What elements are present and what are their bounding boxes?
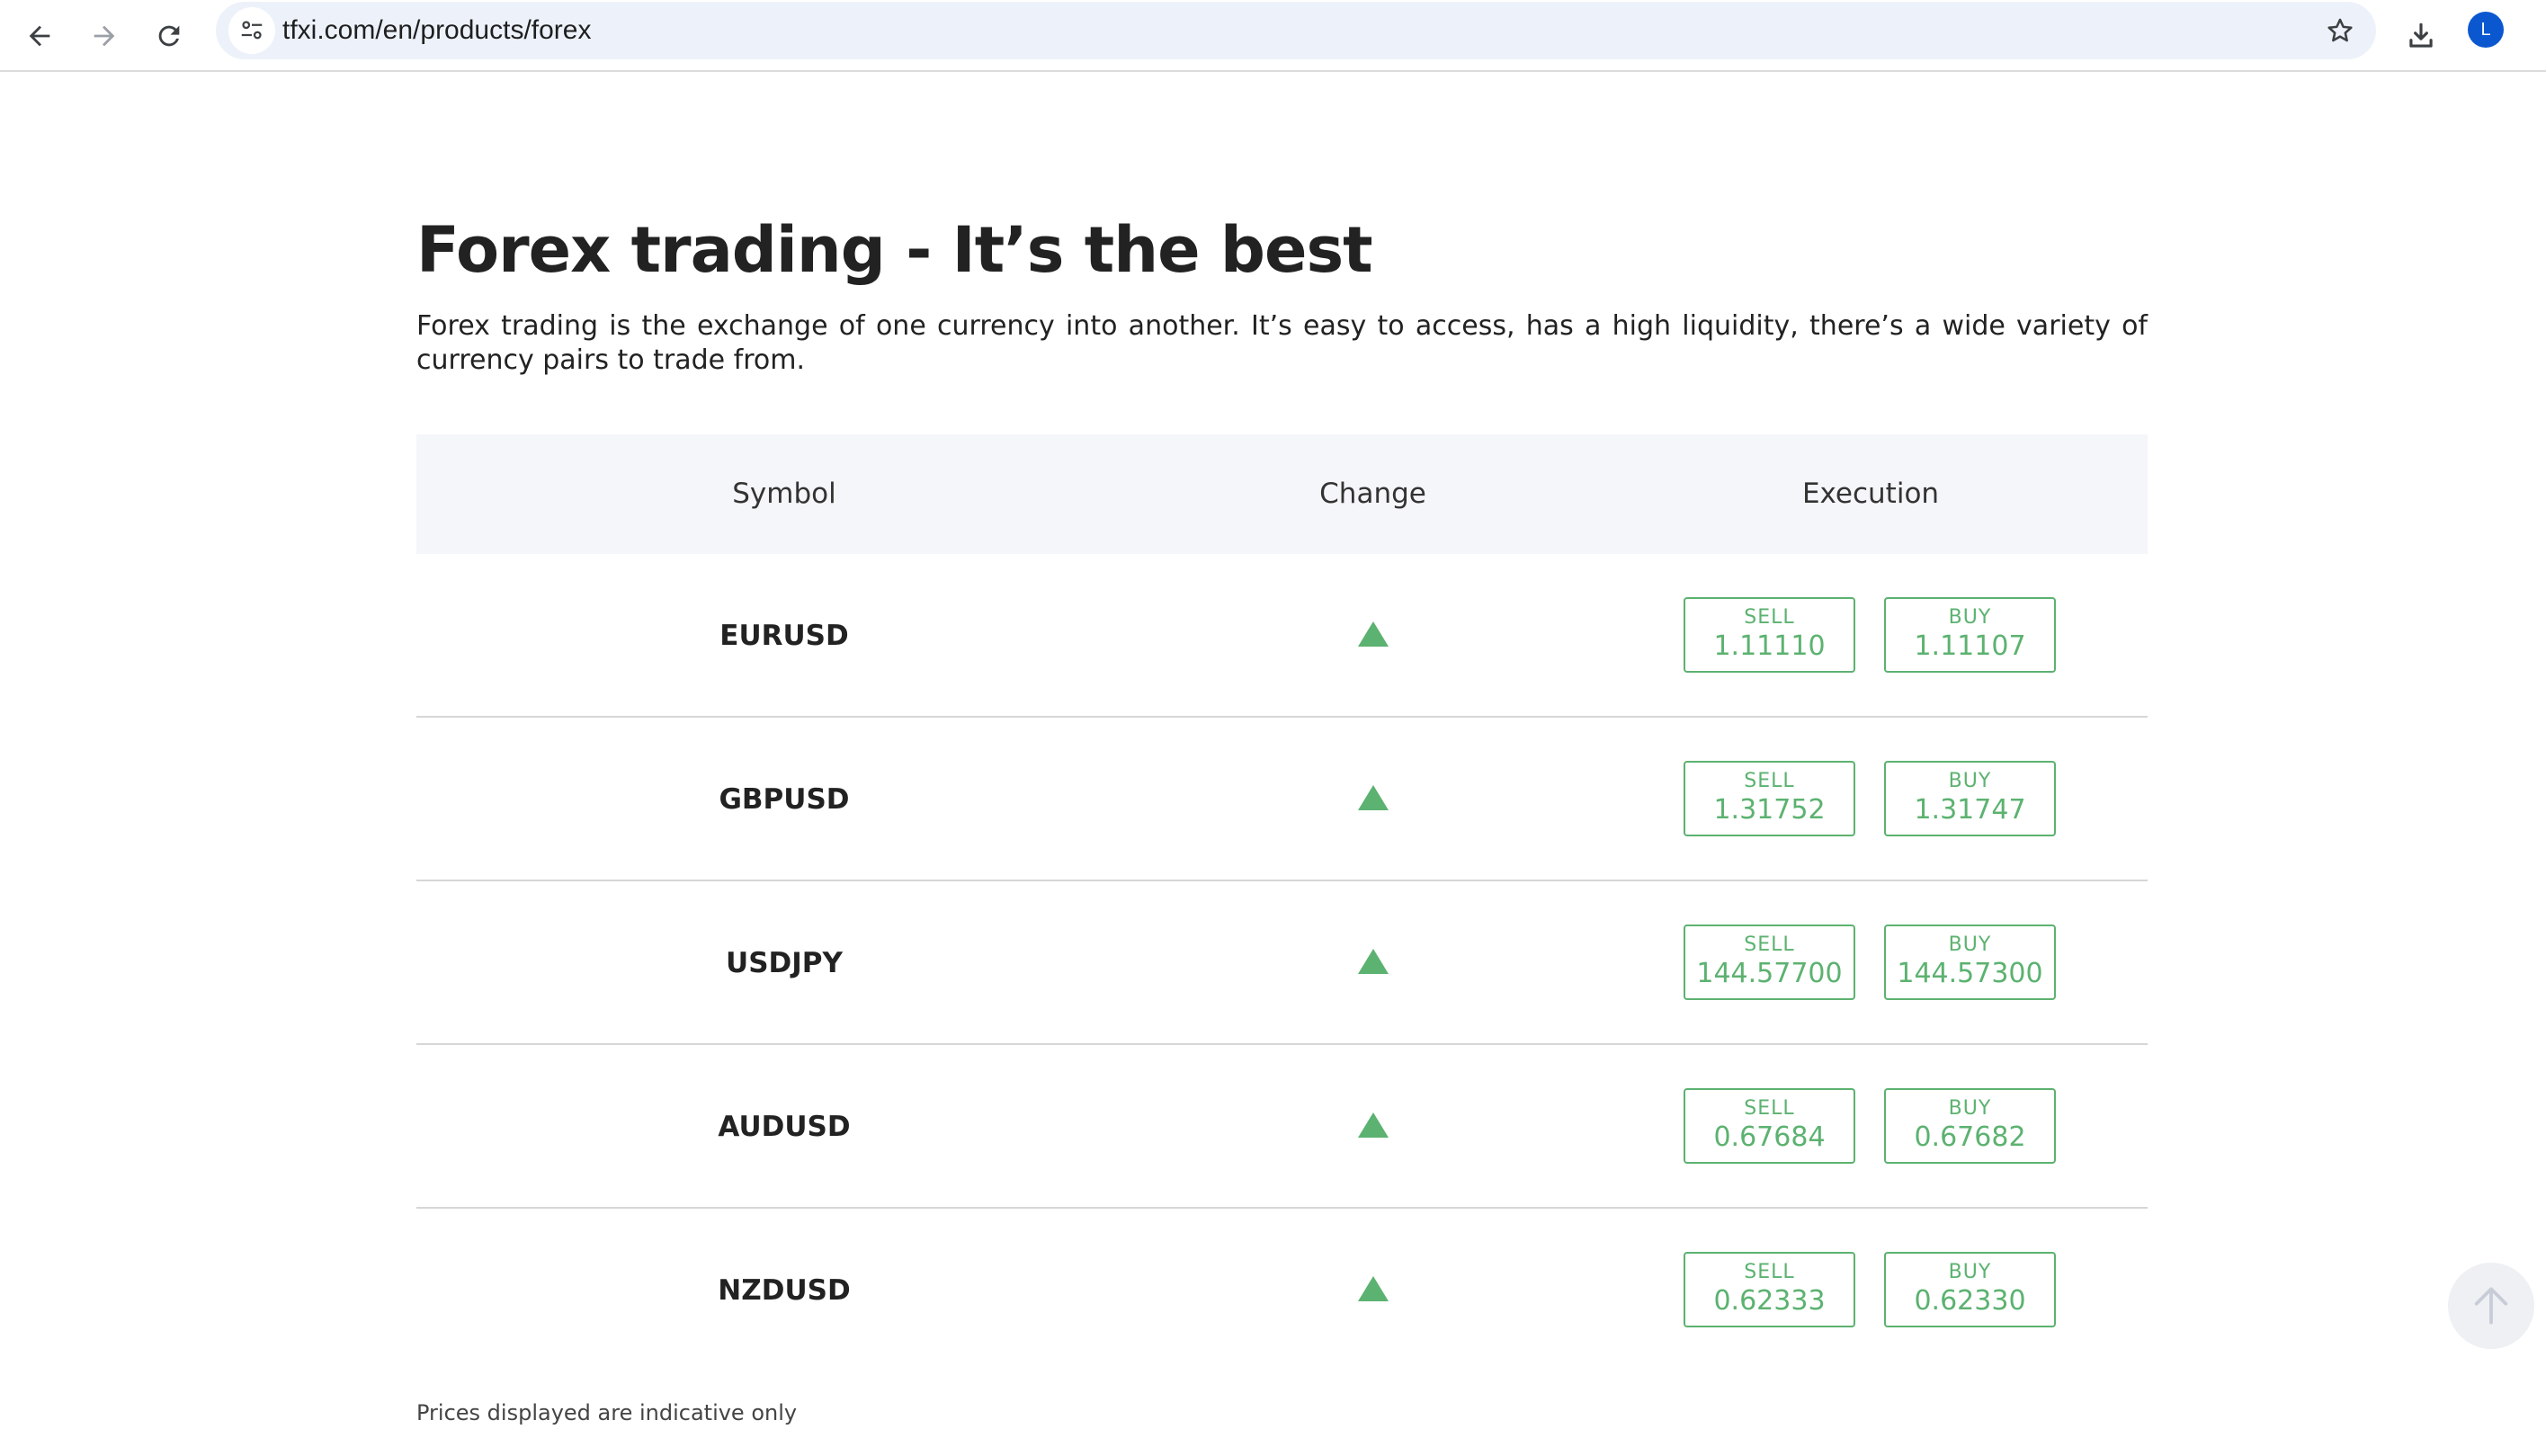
page-title: Forex trading - It’s the best — [416, 213, 1373, 287]
table-row: NZDUSD SELL 0.62333 BUY 0.62330 — [416, 1209, 2148, 1372]
scroll-to-top-button[interactable] — [2448, 1263, 2534, 1349]
buy-label: BUY — [1948, 1097, 1992, 1120]
forex-prices-table: Symbol Change Execution EURUSD SELL 1.11… — [416, 434, 2148, 1372]
reload-icon — [158, 25, 180, 47]
change-cell — [1152, 718, 1594, 881]
sell-price: 1.11110 — [1713, 630, 1826, 662]
triangle-up-icon — [1357, 1276, 1389, 1301]
forward-button[interactable] — [79, 11, 130, 61]
back-arrow-icon — [29, 25, 50, 47]
page-intro: Forex trading is the exchange of one cur… — [416, 310, 2148, 376]
buy-button[interactable]: BUY 0.67682 — [1884, 1088, 2056, 1164]
sell-button[interactable]: SELL 144.57700 — [1684, 925, 1855, 1000]
buy-button[interactable]: BUY 144.57300 — [1884, 925, 2056, 1000]
table-row: AUDUSD SELL 0.67684 BUY 0.67682 — [416, 1045, 2148, 1209]
symbol-cell: EURUSD — [719, 620, 849, 652]
arrow-up-icon — [2474, 1287, 2508, 1325]
header-execution: Execution — [1801, 478, 1940, 510]
buy-label: BUY — [1948, 770, 1992, 792]
execution-cell: SELL 1.31752 BUY 1.31747 — [1684, 761, 2056, 836]
sell-label: SELL — [1744, 933, 1795, 956]
sell-label: SELL — [1744, 606, 1795, 629]
triangle-up-icon — [1357, 949, 1389, 974]
sell-label: SELL — [1744, 1261, 1795, 1283]
execution-cell: SELL 0.67684 BUY 0.67682 — [1684, 1088, 2056, 1164]
table-row: USDJPY SELL 144.57700 BUY 144.57300 — [416, 881, 2148, 1045]
triangle-up-icon — [1357, 621, 1389, 647]
execution-cell: SELL 0.62333 BUY 0.62330 — [1684, 1252, 2056, 1327]
site-info-icon — [241, 21, 263, 40]
bookmark-button[interactable] — [2320, 11, 2360, 50]
header-symbol: Symbol — [732, 478, 836, 510]
symbol-cell: NZDUSD — [718, 1274, 851, 1307]
sell-price: 144.57700 — [1696, 958, 1843, 989]
star-icon — [2327, 18, 2353, 42]
table-row: GBPUSD SELL 1.31752 BUY 1.31747 — [416, 718, 2148, 881]
reload-button[interactable] — [144, 11, 194, 61]
browser-toolbar: tfxi.com/en/products/forex L — [0, 0, 2546, 72]
change-cell — [1152, 881, 1594, 1045]
downloads-button[interactable] — [2396, 11, 2446, 61]
sell-price: 0.67684 — [1713, 1121, 1826, 1153]
symbol-cell: USDJPY — [726, 947, 843, 979]
buy-label: BUY — [1948, 606, 1992, 629]
symbol-cell: GBPUSD — [719, 783, 850, 816]
execution-cell: SELL 144.57700 BUY 144.57300 — [1684, 925, 2056, 1000]
symbol-cell: AUDUSD — [718, 1111, 851, 1143]
buy-price: 0.62330 — [1914, 1285, 2026, 1317]
sell-button[interactable]: SELL 1.11110 — [1684, 597, 1855, 673]
table-row: EURUSD SELL 1.11110 BUY 1.11107 — [416, 554, 2148, 718]
download-icon — [2409, 22, 2433, 48]
buy-button[interactable]: BUY 1.11107 — [1884, 597, 2056, 673]
profile-avatar[interactable]: L — [2468, 12, 2504, 48]
sell-label: SELL — [1744, 1097, 1795, 1120]
buy-label: BUY — [1948, 933, 1992, 956]
sell-price: 1.31752 — [1713, 794, 1826, 826]
triangle-up-icon — [1357, 1112, 1389, 1138]
sell-label: SELL — [1744, 770, 1795, 792]
table-header: Symbol Change Execution — [416, 434, 2148, 554]
buy-button[interactable]: BUY 1.31747 — [1884, 761, 2056, 836]
sell-button[interactable]: SELL 1.31752 — [1684, 761, 1855, 836]
buy-price: 144.57300 — [1897, 958, 2043, 989]
buy-price: 1.31747 — [1914, 794, 2026, 826]
address-bar[interactable]: tfxi.com/en/products/forex — [216, 2, 2376, 59]
triangle-up-icon — [1357, 785, 1389, 810]
url-text[interactable]: tfxi.com/en/products/forex — [282, 2, 591, 59]
buy-button[interactable]: BUY 0.62330 — [1884, 1252, 2056, 1327]
header-change: Change — [1319, 478, 1426, 510]
change-cell — [1152, 1045, 1594, 1209]
forward-arrow-icon — [94, 25, 115, 47]
site-info-button[interactable] — [228, 7, 275, 54]
sell-button[interactable]: SELL 0.62333 — [1684, 1252, 1855, 1327]
sell-button[interactable]: SELL 0.67684 — [1684, 1088, 1855, 1164]
buy-price: 0.67682 — [1914, 1121, 2026, 1153]
sell-price: 0.62333 — [1713, 1285, 1826, 1317]
price-disclaimer: Prices displayed are indicative only — [416, 1400, 798, 1425]
buy-label: BUY — [1948, 1261, 1992, 1283]
buy-price: 1.11107 — [1914, 630, 2026, 662]
change-cell — [1152, 554, 1594, 718]
back-button[interactable] — [14, 11, 65, 61]
change-cell — [1152, 1209, 1594, 1372]
execution-cell: SELL 1.11110 BUY 1.11107 — [1684, 597, 2056, 673]
